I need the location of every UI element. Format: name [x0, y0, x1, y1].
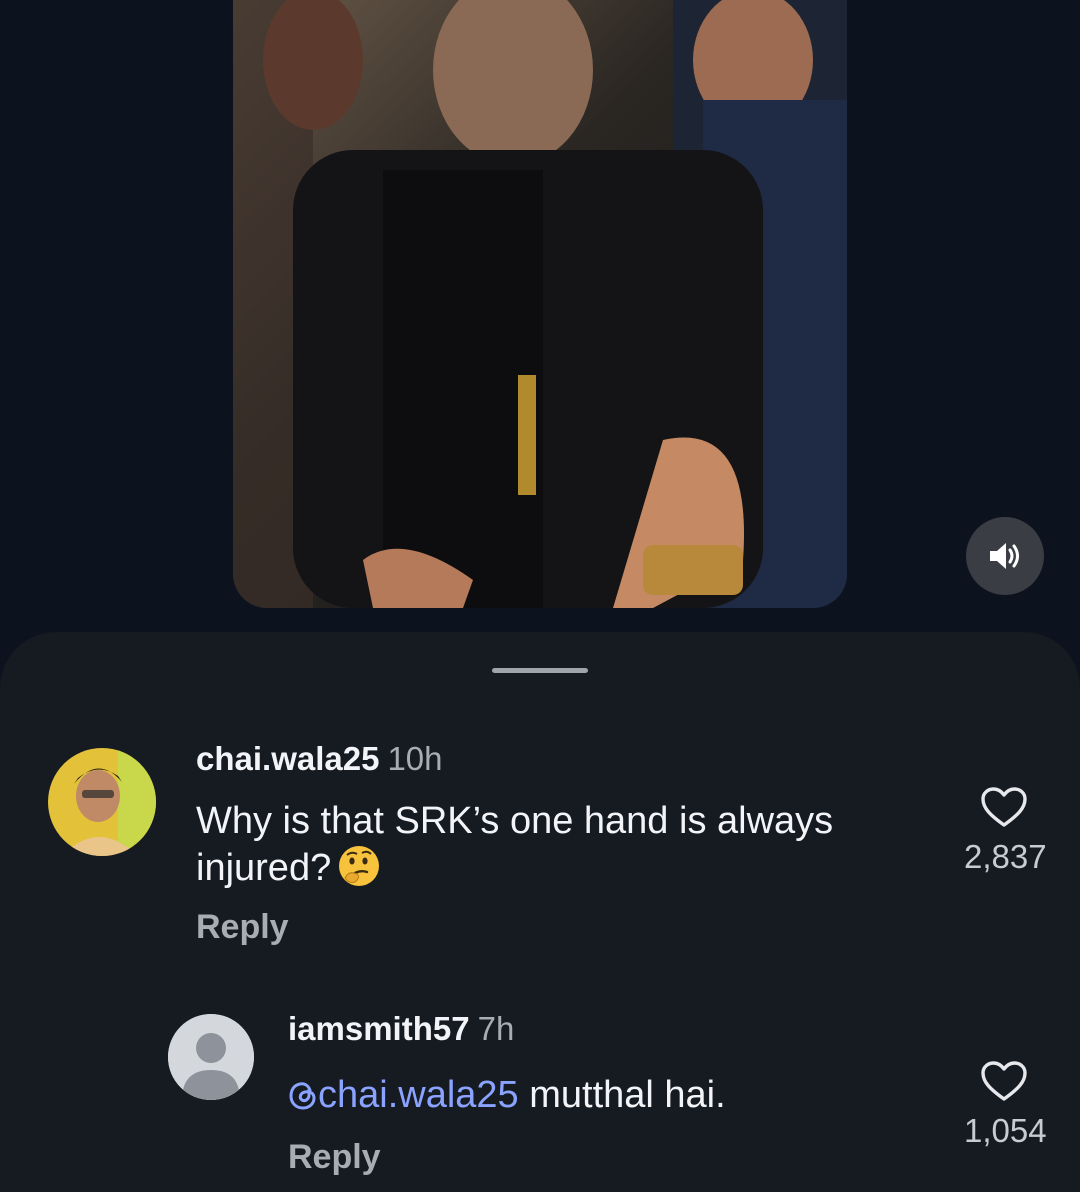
- comments-sheet: chai.wala25 10h Why is that SRK’s one han…: [0, 632, 1080, 1192]
- user-avatar-image: [48, 748, 156, 856]
- reply-button[interactable]: Reply: [196, 908, 289, 947]
- video-player[interactable]: [233, 0, 847, 608]
- comment-meta: iamsmith57 7h: [288, 1010, 514, 1048]
- threads-mention-icon: [289, 1082, 316, 1110]
- like-count: 2,837: [964, 838, 1047, 875]
- comment-meta: chai.wala25 10h: [196, 740, 443, 778]
- default-avatar-icon: [168, 1014, 254, 1100]
- sheet-drag-handle[interactable]: [492, 668, 588, 673]
- mention-link[interactable]: chai.wala25: [288, 1074, 519, 1116]
- reply-button[interactable]: Reply: [288, 1138, 381, 1177]
- username[interactable]: chai.wala25: [196, 740, 379, 777]
- avatar[interactable]: [168, 1014, 254, 1100]
- comment-body: Why is that SRK’s one hand is always inj…: [196, 800, 834, 889]
- heart-icon[interactable]: [980, 1060, 1028, 1102]
- thinking-face-emoji-icon: [339, 846, 380, 886]
- like-area: 2,837: [964, 786, 1047, 876]
- video-frame: [233, 0, 847, 608]
- comment-text: chai.wala25 mutthal hai.: [288, 1072, 908, 1118]
- timestamp: 7h: [477, 1010, 515, 1047]
- timestamp: 10h: [387, 740, 443, 777]
- avatar[interactable]: [48, 748, 156, 856]
- like-area: 1,054: [964, 1060, 1047, 1150]
- heart-icon[interactable]: [980, 786, 1028, 828]
- comment-text: Why is that SRK’s one hand is always inj…: [196, 798, 936, 891]
- mute-button[interactable]: [966, 517, 1044, 595]
- username[interactable]: iamsmith57: [288, 1010, 470, 1047]
- like-count: 1,054: [964, 1112, 1047, 1149]
- mention-username: chai.wala25: [318, 1074, 519, 1116]
- speaker-volume-icon: [990, 543, 1019, 569]
- comment-body: mutthal hai.: [518, 1074, 726, 1116]
